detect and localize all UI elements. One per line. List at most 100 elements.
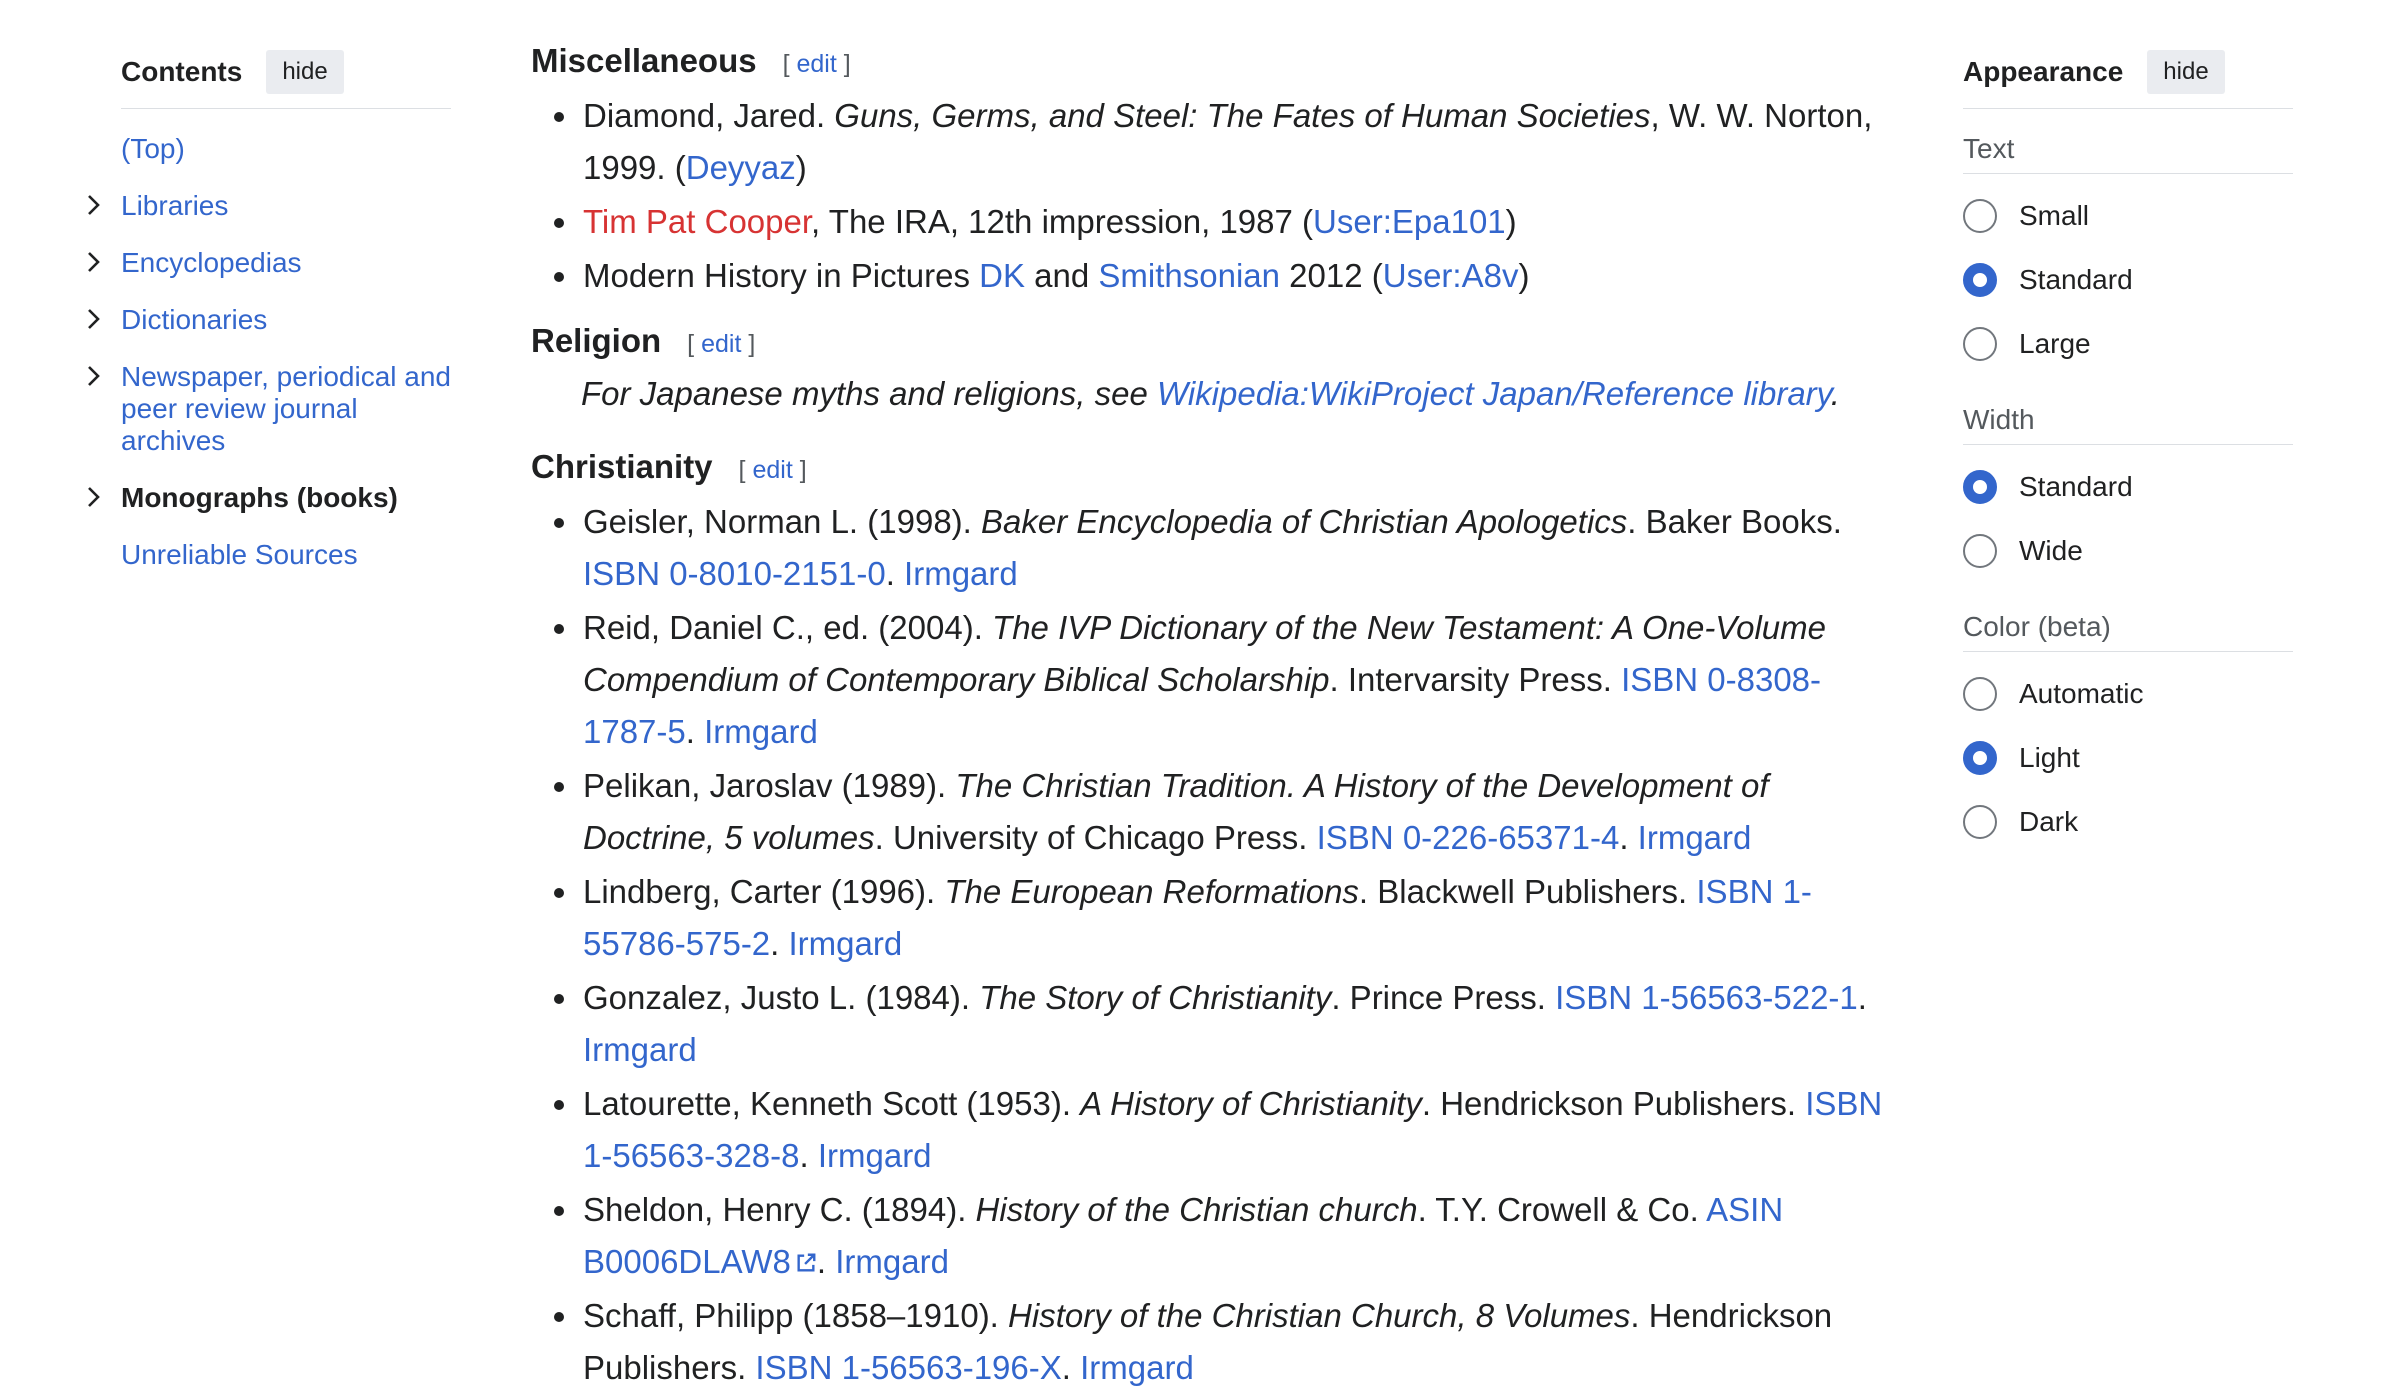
radio-label: Standard [2019,264,2133,295]
color-options: Automatic Light Dark [1963,662,2293,854]
radio-option-large[interactable]: Large [1963,312,2293,376]
ref-text: Diamond, Jared. [583,97,835,134]
appearance-header: Appearance hide [1963,48,2293,109]
toc-item-label[interactable]: Newspaper, periodical and peer review jo… [121,361,451,456]
isbn-link[interactable]: ISBN 0-8010-2151-0 [583,555,886,592]
edit-link[interactable]: edit [701,330,741,358]
ref-text: . [1857,979,1867,1016]
ref-title: History of the Christian church [975,1191,1418,1228]
chevron-right-icon[interactable] [85,482,103,512]
ref-text: Latourette, Kenneth Scott (1953). [583,1085,1081,1122]
toc-header: Contents hide [121,48,451,109]
radio-option-small[interactable]: Small [1963,184,2293,248]
hatnote-link[interactable]: Wikipedia:WikiProject Japan/Reference li… [1157,375,1831,412]
radio-label: Automatic [2019,678,2144,709]
color-label: Color (beta) [1963,603,2293,652]
list-item: Lindberg, Carter (1996). The European Re… [581,866,1891,970]
toc-item-label[interactable]: Encyclopedias [121,247,302,278]
hatnote-text: For Japanese myths and religions, see [581,375,1157,412]
edit-link[interactable]: edit [797,50,837,78]
toc-item-label[interactable]: (Top) [121,133,185,164]
user-link[interactable]: Irmgard [835,1243,949,1280]
user-link[interactable]: Irmgard [583,1031,697,1068]
section-heading-christianity: Christianity [ edit ] [531,448,1891,486]
ref-text: Lindberg, Carter (1996). [583,873,945,910]
hatnote-text: . [1830,375,1840,412]
toc-item-label[interactable]: Unreliable Sources [121,539,358,570]
author-redlink[interactable]: Tim Pat Cooper [583,203,811,240]
radio-option-wide[interactable]: Wide [1963,519,2293,583]
toc-item-libraries[interactable]: Libraries [88,190,451,222]
publisher-link[interactable]: DK [979,257,1025,294]
user-link[interactable]: Irmgard [818,1137,932,1174]
user-link[interactable]: Irmgard [904,555,1018,592]
user-link[interactable]: Irmgard [704,713,818,750]
publisher-link[interactable]: Smithsonian [1098,257,1280,294]
ref-text: . Blackwell Publishers. [1358,873,1697,910]
toc-item-monographs[interactable]: Monographs (books) [88,482,451,514]
toc-list: (Top) Libraries Encyclopedias Dictionari… [88,133,451,571]
toc-item-label[interactable]: Libraries [121,190,228,221]
appearance-panel: Appearance hide Text Small Standard Larg… [1963,48,2293,854]
toc-hide-button[interactable]: hide [266,50,344,94]
toc-item-unreliable-sources[interactable]: Unreliable Sources [121,539,451,571]
radio-option-standard-width[interactable]: Standard [1963,455,2293,519]
user-link[interactable]: Irmgard [1638,819,1752,856]
isbn-link[interactable]: ISBN 1-56563-196-X [755,1349,1061,1386]
ref-title: History of the Christian Church, 8 Volum… [1008,1297,1631,1334]
edit-link[interactable]: edit [752,456,792,484]
list-item: Tim Pat Cooper, The IRA, 12th impression… [581,196,1891,248]
section-title: Miscellaneous [531,42,757,79]
isbn-link[interactable]: ISBN 1-56563-522-1 [1555,979,1858,1016]
radio-button[interactable] [1963,470,1997,504]
toc-item-newspaper-archives[interactable]: Newspaper, periodical and peer review jo… [88,361,451,457]
radio-button[interactable] [1963,805,1997,839]
radio-label: Large [2019,328,2091,359]
ref-text: Geisler, Norman L. (1998). [583,503,981,540]
user-link[interactable]: User:Epa101 [1313,203,1506,240]
ref-text: ) [795,149,807,186]
chevron-right-icon[interactable] [85,190,103,220]
width-options: Standard Wide [1963,455,2293,583]
ref-text: ) [1518,257,1530,294]
misc-reference-list: Diamond, Jared. Guns, Germs, and Steel: … [531,90,1891,302]
list-item: Latourette, Kenneth Scott (1953). A Hist… [581,1078,1891,1182]
radio-button[interactable] [1963,327,1997,361]
radio-option-light[interactable]: Light [1963,726,2293,790]
radio-button[interactable] [1963,263,1997,297]
chevron-right-icon[interactable] [85,304,103,334]
ref-text: . [816,1243,836,1280]
toc-item-top[interactable]: (Top) [121,133,451,165]
appearance-hide-button[interactable]: hide [2147,50,2225,94]
radio-label: Standard [2019,471,2133,502]
user-link[interactable]: Irmgard [789,925,903,962]
toc-item-encyclopedias[interactable]: Encyclopedias [88,247,451,279]
chevron-right-icon[interactable] [85,361,103,391]
ref-text: Gonzalez, Justo L. (1984). [583,979,980,1016]
radio-button[interactable] [1963,741,1997,775]
ref-title: The Story of Christianity [979,979,1332,1016]
radio-button[interactable] [1963,534,1997,568]
ref-text: . [885,555,905,592]
chevron-right-icon[interactable] [85,247,103,277]
isbn-link[interactable]: ISBN 0-226-65371-4 [1317,819,1620,856]
ref-text: Schaff, Philipp (1858–1910). [583,1297,1009,1334]
radio-button[interactable] [1963,199,1997,233]
user-link[interactable]: Deyyaz [686,149,796,186]
edit-section-link: [ edit ] [687,330,756,358]
toc-title: Contents [121,56,243,87]
table-of-contents: Contents hide (Top) Libraries Encycloped… [88,48,451,571]
ref-text: . Hendrickson Publishers. [1421,1085,1806,1122]
toc-item-dictionaries[interactable]: Dictionaries [88,304,451,336]
radio-option-dark[interactable]: Dark [1963,790,2293,854]
ref-text: . University of Chicago Press. [874,819,1317,856]
radio-option-automatic[interactable]: Automatic [1963,662,2293,726]
toc-item-label[interactable]: Dictionaries [121,304,267,335]
ref-text: Pelikan, Jaroslav (1989). [583,767,956,804]
toc-item-label[interactable]: Monographs (books) [121,482,398,513]
radio-option-standard[interactable]: Standard [1963,248,2293,312]
user-link[interactable]: User:A8v [1383,257,1519,294]
list-item: Gonzalez, Justo L. (1984). The Story of … [581,972,1891,1076]
user-link[interactable]: Irmgard [1080,1349,1194,1386]
radio-button[interactable] [1963,677,1997,711]
